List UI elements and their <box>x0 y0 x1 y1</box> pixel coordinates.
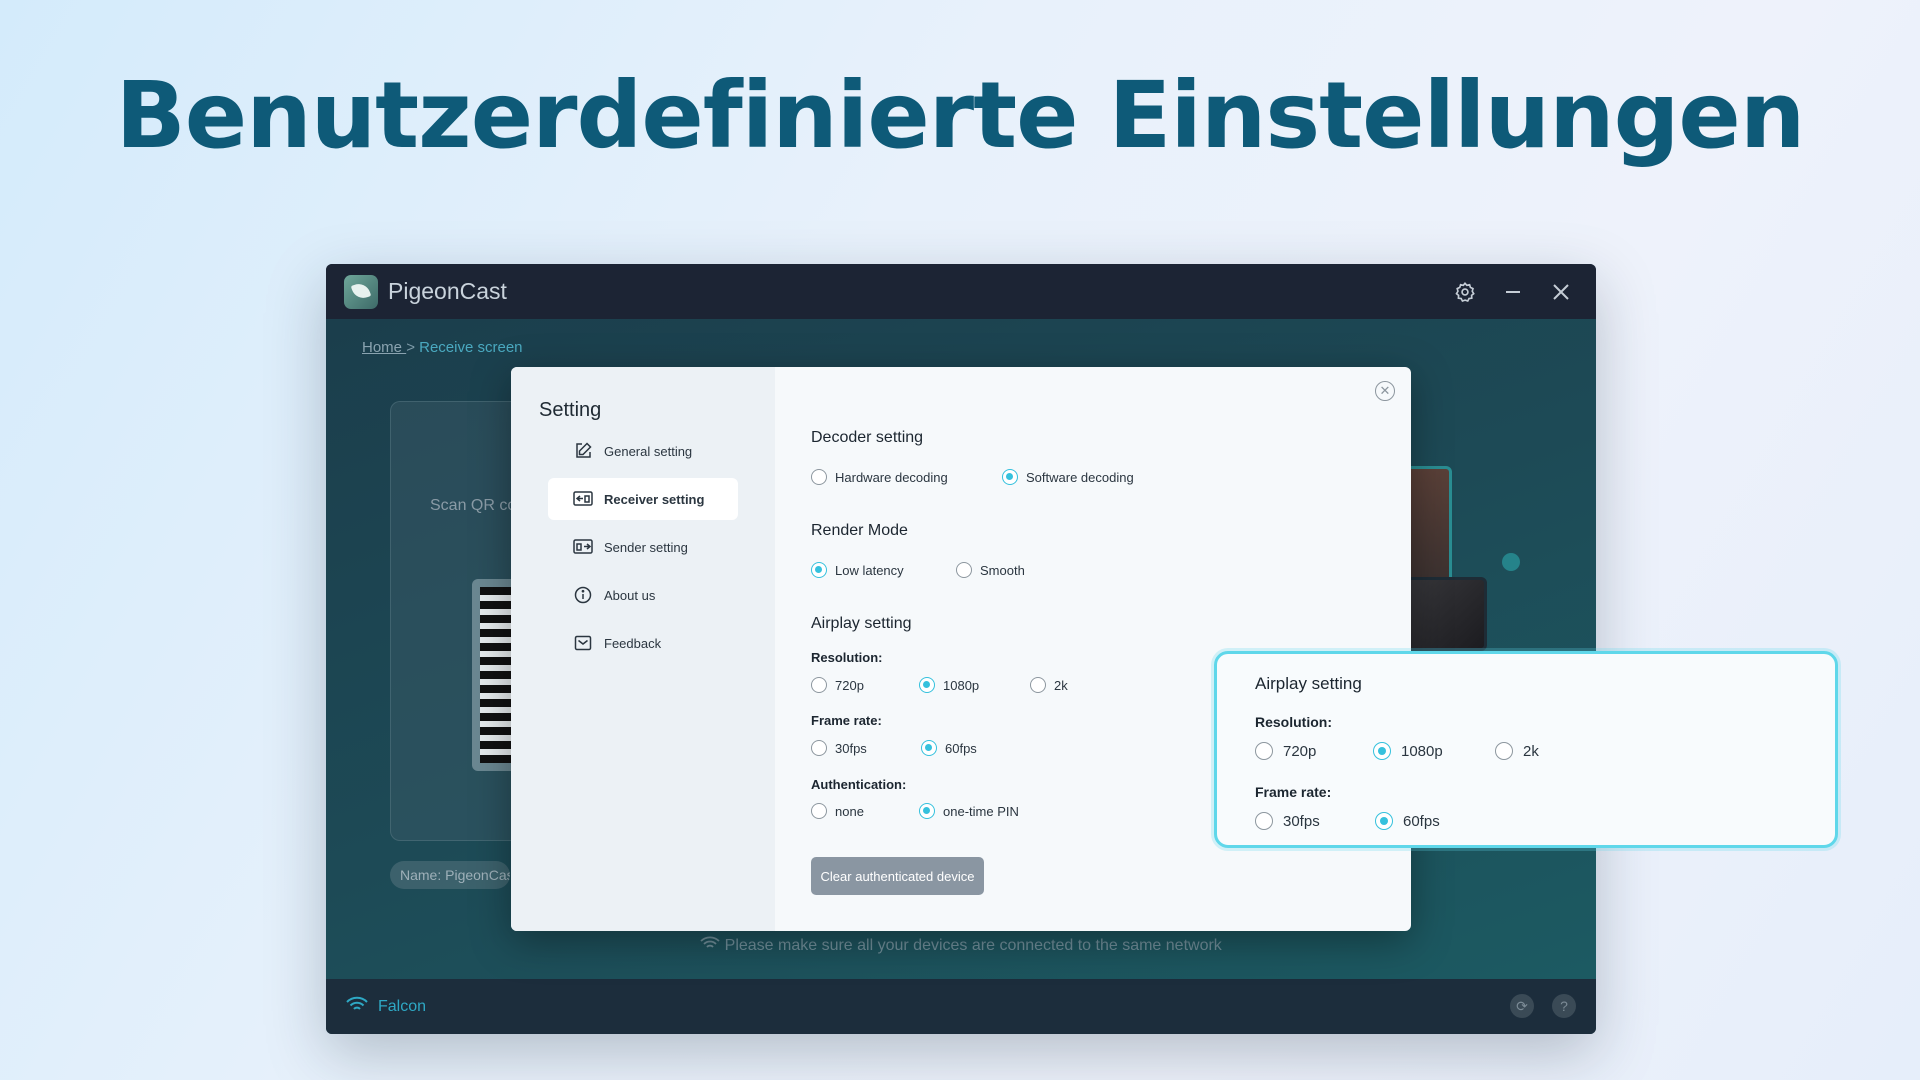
radio-circle-selected <box>1002 469 1018 485</box>
radio-circle-selected <box>919 803 935 819</box>
nav-feedback[interactable]: Feedback <box>548 622 738 664</box>
radio-60fps[interactable]: 60fps <box>921 740 977 756</box>
decoder-setting-title: Decoder setting <box>811 429 924 446</box>
radio-circle <box>956 562 972 578</box>
radio-circle-selected <box>1375 812 1393 830</box>
receiver-icon <box>572 488 594 510</box>
page-headline: Benutzerdefinierte Einstellungen <box>115 62 1806 169</box>
callout-radio-2k[interactable]: 2k <box>1495 742 1539 760</box>
dialog-title: Setting <box>539 399 602 421</box>
sender-icon <box>572 536 594 558</box>
callout-radio-720p[interactable]: 720p <box>1255 742 1316 760</box>
help-icon[interactable]: ? <box>1552 994 1576 1018</box>
close-icon[interactable] <box>1550 281 1572 303</box>
radio-auth-none[interactable]: none <box>811 803 864 819</box>
authentication-label: Authentication: <box>811 777 907 792</box>
nav-receiver-setting[interactable]: Receiver setting <box>548 478 738 520</box>
feedback-icon <box>572 632 594 654</box>
airplay-setting-title: Airplay setting <box>811 615 912 632</box>
radio-circle <box>1255 812 1273 830</box>
info-icon <box>572 584 594 606</box>
radio-auth-pin[interactable]: one-time PIN <box>919 803 1019 819</box>
nav-about-us[interactable]: About us <box>548 574 738 616</box>
radio-low-latency[interactable]: Low latency <box>811 562 904 578</box>
radio-hardware-decoding[interactable]: Hardware decoding <box>811 469 948 485</box>
nav-sender-setting[interactable]: Sender setting <box>548 526 738 568</box>
edit-icon <box>572 440 594 462</box>
breadcrumb-separator: > <box>406 339 415 356</box>
radio-circle <box>811 740 827 756</box>
wifi-hint-icon <box>700 936 724 954</box>
callout-resolution-label: Resolution: <box>1255 714 1332 730</box>
radio-circle <box>811 677 827 693</box>
resolution-label: Resolution: <box>811 650 883 665</box>
breadcrumb-current: Receive screen <box>419 339 523 356</box>
callout-radio-1080p[interactable]: 1080p <box>1373 742 1443 760</box>
network-hint: Please make sure all your devices are co… <box>326 936 1596 955</box>
radio-circle-selected <box>1373 742 1391 760</box>
gear-icon[interactable] <box>1454 281 1476 303</box>
device-name-pill: Name: PigeonCas <box>390 861 510 889</box>
callout-radio-60fps[interactable]: 60fps <box>1375 812 1440 830</box>
radio-2k[interactable]: 2k <box>1030 677 1068 693</box>
breadcrumb: Home > Receive screen <box>362 339 523 356</box>
scan-qr-text: Scan QR co <box>430 497 517 514</box>
callout-radio-30fps[interactable]: 30fps <box>1255 812 1320 830</box>
minimize-icon[interactable] <box>1502 281 1524 303</box>
app-name: PigeonCast <box>388 278 507 304</box>
radio-circle <box>811 803 827 819</box>
radio-circle-selected <box>811 562 827 578</box>
network-name: Falcon <box>378 997 427 1015</box>
breadcrumb-home-link[interactable]: Home <box>362 339 406 356</box>
nav-general-setting[interactable]: General setting <box>548 430 738 472</box>
wifi-icon <box>346 996 368 1017</box>
callout-frame-rate-label: Frame rate: <box>1255 784 1332 800</box>
indicator-dot <box>1502 553 1520 571</box>
refresh-icon[interactable]: ⟳ <box>1510 994 1534 1018</box>
status-bar: Falcon ⟳ ? <box>326 979 1596 1034</box>
radio-circle-selected <box>921 740 937 756</box>
radio-circle <box>1030 677 1046 693</box>
title-bar: PigeonCast <box>326 264 1596 319</box>
radio-30fps[interactable]: 30fps <box>811 740 867 756</box>
airplay-zoom-callout: Airplay setting Resolution: 720p 1080p 2… <box>1214 651 1838 848</box>
radio-circle <box>811 469 827 485</box>
clear-authenticated-device-button[interactable]: Clear authenticated device <box>811 857 984 895</box>
radio-720p[interactable]: 720p <box>811 677 864 693</box>
radio-circle-selected <box>919 677 935 693</box>
render-mode-title: Render Mode <box>811 522 908 539</box>
app-logo-icon <box>344 274 378 309</box>
radio-circle <box>1255 742 1273 760</box>
radio-software-decoding[interactable]: Software decoding <box>1002 469 1134 485</box>
dialog-close-icon[interactable]: ✕ <box>1375 381 1395 401</box>
frame-rate-label: Frame rate: <box>811 713 882 728</box>
radio-1080p[interactable]: 1080p <box>919 677 979 693</box>
settings-sidebar: Setting General setting Receiver setting… <box>511 367 775 931</box>
radio-smooth[interactable]: Smooth <box>956 562 1025 578</box>
radio-circle <box>1495 742 1513 760</box>
callout-title: Airplay setting <box>1255 674 1362 693</box>
